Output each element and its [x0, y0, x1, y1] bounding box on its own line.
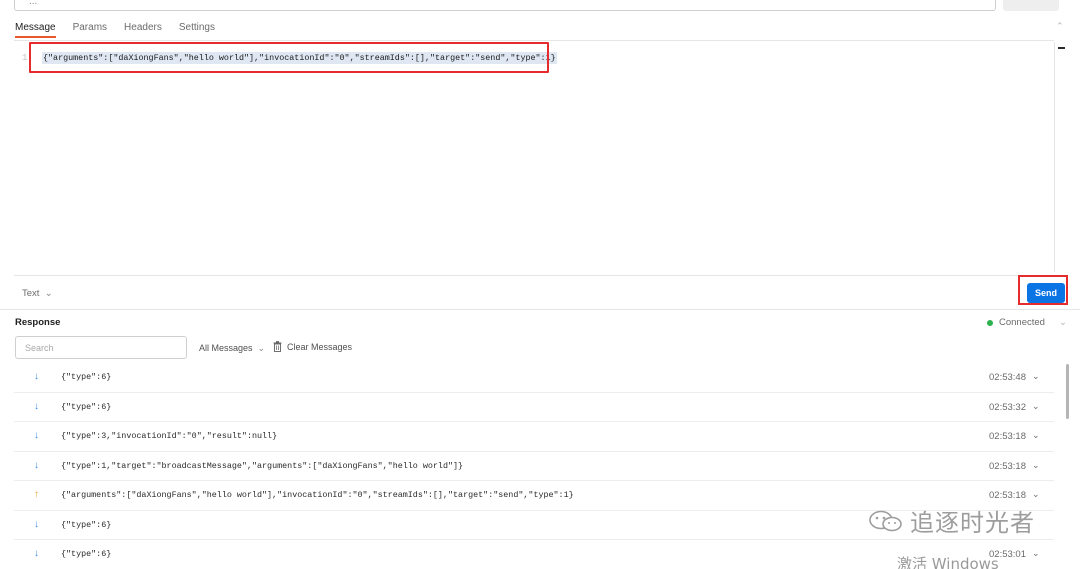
message-content: {"arguments":["daXiongFans","hello world… [61, 490, 574, 500]
message-time: 02:53:32 [989, 402, 1026, 413]
message-list: ↓ {"type":6} 02:53:48 ⌄ ↓ {"type":6} 02:… [14, 363, 1054, 569]
response-title: Response [15, 317, 60, 328]
editor-divider [14, 275, 1054, 276]
watermark: 追逐时光者 [868, 503, 1035, 538]
clear-messages-button[interactable]: Clear Messages [273, 341, 352, 352]
message-row[interactable]: ↓ {"type":1,"target":"broadcastMessage",… [14, 452, 1054, 482]
search-input[interactable] [15, 336, 187, 359]
message-row[interactable]: ↓ {"type":6} 02:53:32 ⌄ [14, 393, 1054, 423]
arrow-down-icon: ↓ [34, 548, 39, 559]
url-input[interactable]: ... [14, 0, 996, 11]
message-content: {"type":6} [61, 520, 111, 530]
watermark-text: 追逐时光者 [910, 503, 1035, 538]
chevron-down-icon[interactable]: ⌄ [1032, 430, 1040, 441]
tab-params[interactable]: Params [73, 22, 107, 38]
format-label: Text [22, 288, 39, 299]
line-number: 1 [22, 53, 27, 63]
message-row[interactable]: ↓ {"type":3,"invocationId":"0","result":… [14, 422, 1054, 452]
url-fragment: ... [29, 0, 37, 7]
tabs-divider [14, 40, 1054, 41]
chevron-down-icon[interactable]: ⌄ [1032, 548, 1040, 559]
request-tabs: Message Params Headers Settings [15, 22, 215, 40]
send-button[interactable]: Send [1027, 283, 1065, 303]
arrow-down-icon: ↓ [34, 371, 39, 382]
status-dot-icon [987, 320, 993, 326]
message-row[interactable]: ↓ {"type":6} 02:53:48 ⌄ [14, 363, 1054, 393]
message-editor[interactable]: 1 {"arguments":["daXiongFans","hello wor… [14, 42, 1054, 274]
message-time: 02:53:18 [989, 431, 1026, 442]
status-text: Connected [999, 317, 1045, 328]
arrow-down-icon: ↓ [34, 519, 39, 530]
activate-windows-text: 激活 Windows [897, 553, 999, 569]
editor-scrollbar-track [1054, 42, 1055, 272]
trash-icon [273, 341, 282, 352]
chevron-down-icon[interactable]: ⌄ [1032, 489, 1040, 500]
response-divider [0, 309, 1080, 310]
arrow-up-icon: ↑ [34, 489, 39, 500]
arrow-down-icon: ↓ [34, 401, 39, 412]
message-filter-dropdown[interactable]: All Messages ⌄ [199, 343, 265, 354]
message-content: {"type":3,"invocationId":"0","result":nu… [61, 431, 277, 441]
response-scrollbar[interactable] [1066, 364, 1069, 419]
chevron-up-icon[interactable]: ⌃ [1056, 21, 1064, 32]
tab-headers[interactable]: Headers [124, 22, 162, 38]
tab-message[interactable]: Message [15, 22, 56, 38]
chevron-down-icon[interactable]: ⌄ [1032, 401, 1040, 412]
message-content: {"type":6} [61, 402, 111, 412]
filter-label: All Messages [199, 343, 253, 353]
chevron-down-icon[interactable]: ⌄ [1032, 371, 1040, 382]
message-time: 02:53:18 [989, 490, 1026, 501]
arrow-down-icon: ↓ [34, 460, 39, 471]
message-content: {"type":1,"target":"broadcastMessage","a… [61, 461, 463, 471]
editor-code-line[interactable]: {"arguments":["daXiongFans","hello world… [42, 52, 557, 64]
message-time: 02:53:18 [989, 461, 1026, 472]
message-content: {"type":6} [61, 372, 111, 382]
arrow-down-icon: ↓ [34, 430, 39, 441]
connection-status: Connected ⌄ [987, 317, 1067, 328]
format-select[interactable]: Text ⌄ [22, 288, 53, 299]
chevron-down-icon: ⌄ [255, 343, 265, 353]
editor-scrollbar-thumb[interactable] [1058, 47, 1065, 49]
message-time: 02:53:48 [989, 372, 1026, 383]
message-content: {"type":6} [61, 549, 111, 559]
connect-button[interactable] [1003, 0, 1059, 11]
wechat-icon [868, 510, 904, 532]
chevron-down-icon[interactable]: ⌄ [1059, 317, 1067, 328]
chevron-down-icon: ⌄ [42, 288, 53, 299]
chevron-down-icon[interactable]: ⌄ [1032, 460, 1040, 471]
clear-messages-label: Clear Messages [287, 342, 352, 352]
tab-settings[interactable]: Settings [179, 22, 215, 38]
